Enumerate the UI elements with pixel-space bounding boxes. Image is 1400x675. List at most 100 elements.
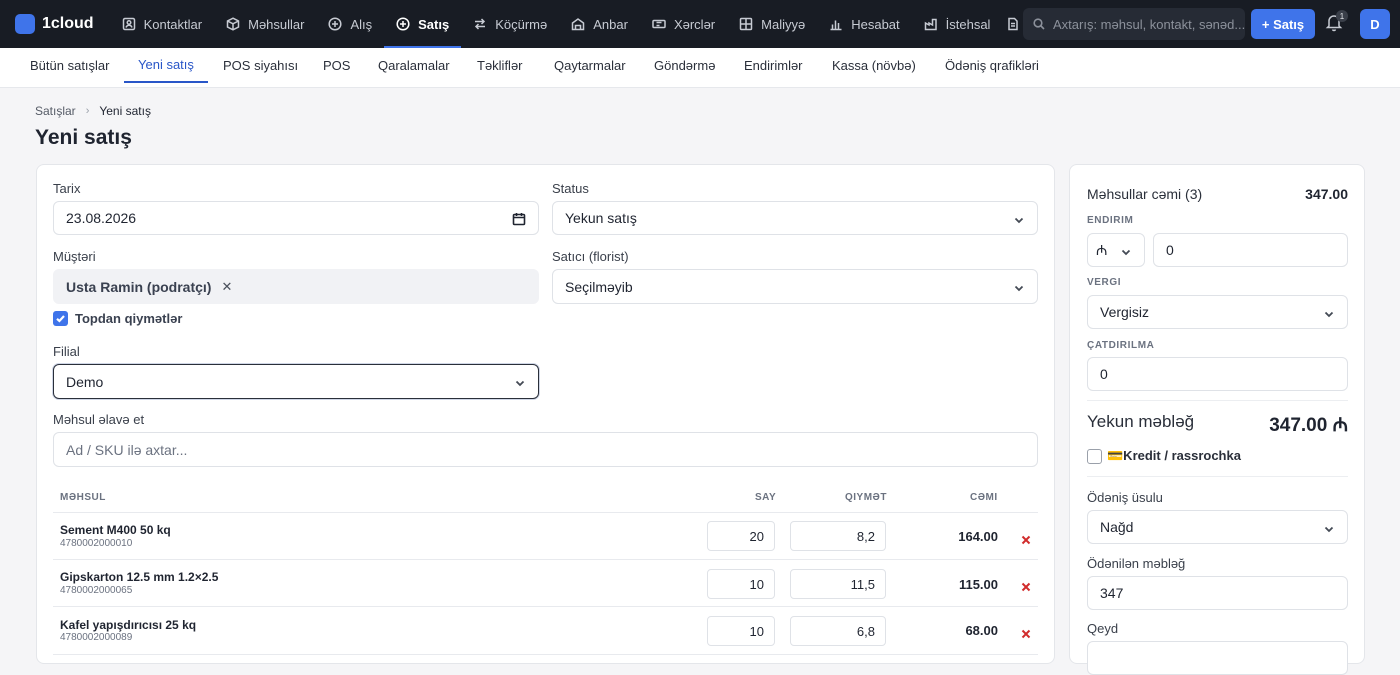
sale-form-card [36,164,1055,664]
nav-maliyye[interactable]: Maliyyə [727,0,817,48]
new-sale-button[interactable]: + Satış [1251,9,1315,39]
nav-satis[interactable]: Satış [384,0,462,48]
nav-kontaktlar[interactable]: Kontaktlar [110,0,215,48]
global-search-input[interactable]: Axtarış: məhsul, kontakt, sənəd... [1023,8,1245,40]
nav-alis[interactable]: Alış [316,0,384,48]
note-input[interactable] [1087,641,1348,675]
chevron-down-icon [1120,245,1132,257]
notifications-button[interactable]: 1 [1324,10,1348,36]
tab-payment-schedules[interactable]: Ödəniş qrafikləri [945,48,1039,83]
status-select[interactable]: Yekun satış [552,201,1038,235]
product-name: Kafel yapışdırıcısı 25 kq [60,618,197,632]
sales-subtabs: Bütün satışlar Yeni satış POS siyahısı P… [0,48,1400,88]
payment-method-value: Nağd [1100,519,1134,535]
wholesale-prices-checkbox[interactable] [53,311,68,326]
clear-customer-icon[interactable]: ✕ [221,279,232,295]
tab-all-sales[interactable]: Bütün satışlar [30,48,110,83]
discount-input[interactable]: 0 [1153,233,1348,267]
tab-shipping[interactable]: Göndərmə [654,48,715,83]
column-header-qty: Say [755,492,777,503]
wholesale-prices-label[interactable]: Topdan qiymətlər [75,311,182,326]
tab-pos[interactable]: POS [323,48,350,83]
chevron-right-icon: › [85,105,90,117]
search-icon [1033,18,1045,30]
qty-input[interactable]: 10 [707,569,775,599]
note-label: Qeyd [1087,621,1119,636]
product-sku: 4780002000089 [60,632,133,643]
price-input[interactable]: 6,8 [790,616,886,646]
app-name: 1cloud [42,15,94,32]
tab-quotes[interactable]: Təkliflər [477,48,523,83]
divider [1087,476,1348,477]
discount-type-select[interactable]: ₼ [1087,233,1145,267]
nav-label: Anbar [593,16,628,32]
payment-method-label: Ödəniş üsulu [1087,490,1163,505]
product-search-placeholder: Ad / SKU ilə axtar... [66,441,188,458]
tab-pos-list[interactable]: POS siyahısı [223,48,298,83]
grand-total-label: Yekun məbləğ [1087,412,1195,431]
tab-returns[interactable]: Qaytarmalar [554,48,626,83]
app-logo[interactable]: 1cloud [15,14,94,34]
branch-select[interactable]: Demo [53,364,539,399]
tab-new-sale[interactable]: Yeni satış [124,48,208,83]
column-header-price: Qiymət [845,492,887,503]
branch-label: Filial [53,344,80,359]
breadcrumb-parent-link[interactable]: Satışlar [35,104,76,118]
credit-checkbox[interactable] [1087,449,1102,464]
nav-anbar[interactable]: Anbar [559,0,640,48]
nav-kocurme[interactable]: Köçürmə [461,0,559,48]
chevron-down-icon [1323,307,1335,319]
remove-row-icon[interactable] [1021,626,1031,639]
table-divider [53,606,1038,607]
delivery-input[interactable]: 0 [1087,357,1348,391]
row-total: 164.00 [958,529,998,544]
price-input[interactable]: 11,5 [790,569,886,599]
payment-method-select[interactable]: Nağd [1087,510,1348,544]
product-name: Gipskarton 12.5 mm 1.2×2.5 [60,570,219,584]
warehouse-icon [571,17,585,31]
nav-xercler[interactable]: Xərclər [640,0,727,48]
grid-icon [739,17,753,31]
tab-cash-shift[interactable]: Kassa (növbə) [832,48,916,83]
products-total-value: 347.00 [1305,186,1348,202]
column-header-product: Məhsul [60,492,106,503]
nav-label: Köçürmə [495,16,548,32]
table-divider [53,559,1038,560]
product-search-input[interactable]: Ad / SKU ilə axtar... [53,432,1038,467]
branch-value: Demo [66,373,104,390]
nav-mehsullar[interactable]: Məhsullar [214,0,316,48]
date-input[interactable]: 23.08.2026 [53,201,539,235]
search-placeholder: Axtarış: məhsul, kontakt, sənəd... [1053,16,1245,32]
tax-select[interactable]: Vergisiz [1087,295,1348,329]
qty-input[interactable]: 20 [707,521,775,551]
price-input[interactable]: 8,2 [790,521,886,551]
qty-input[interactable]: 10 [707,616,775,646]
nav-label: Maliyyə [761,16,806,32]
contacts-icon [122,17,136,31]
ticket-icon [652,17,666,31]
user-avatar[interactable]: D [1360,9,1390,39]
customer-name: Usta Ramin (podratçı) [66,278,212,295]
chevron-down-icon [1013,281,1025,293]
seller-select[interactable]: Seçilməyib [552,269,1038,304]
customer-selected[interactable]: Usta Ramin (podratçı) ✕ [53,269,539,304]
product-sku: 4780002000065 [60,585,133,596]
nav-hesabat[interactable]: Hesabat [817,0,911,48]
paid-amount-input[interactable]: 347 [1087,576,1348,610]
document-icon [1006,17,1020,31]
tax-label: Vergi [1087,277,1122,288]
breadcrumb-current: Yeni satış [99,104,151,118]
remove-row-icon[interactable] [1021,532,1031,545]
nav-more-partial[interactable] [1002,0,1022,48]
box-icon [226,17,240,31]
credit-label[interactable]: 💳Kredit / rassrochka [1107,448,1241,464]
remove-row-icon[interactable] [1021,579,1031,592]
tab-drafts[interactable]: Qaralamalar [378,48,450,83]
chevron-down-icon [1013,213,1025,225]
customer-label: Müştəri [53,249,96,264]
table-divider [53,654,1038,655]
calendar-icon[interactable] [512,212,526,226]
nav-label: Kontaktlar [143,16,203,32]
tab-discounts[interactable]: Endirimlər [744,48,803,83]
nav-istehsal[interactable]: İstehsal [912,0,1003,48]
